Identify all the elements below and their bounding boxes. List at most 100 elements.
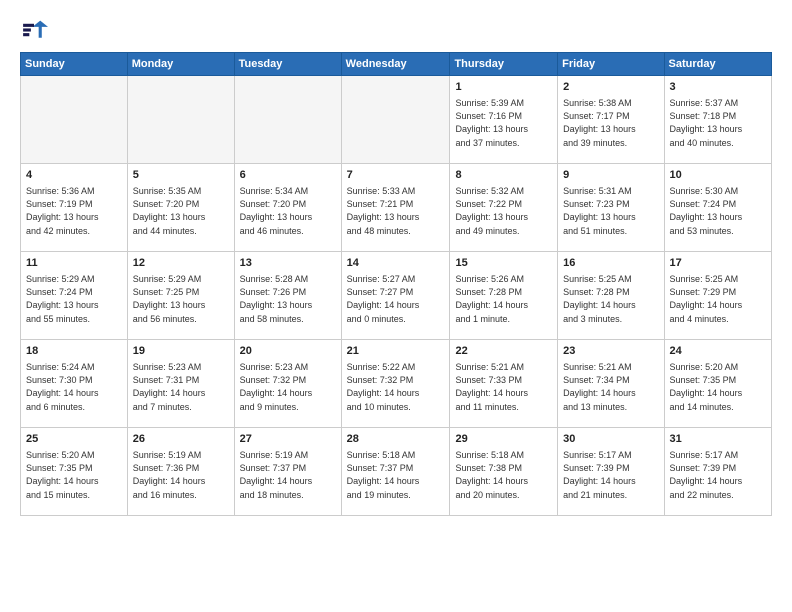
day-cell: 27Sunrise: 5:19 AM Sunset: 7:37 PM Dayli…: [234, 428, 341, 516]
col-header-tuesday: Tuesday: [234, 53, 341, 76]
day-info: Sunrise: 5:27 AM Sunset: 7:27 PM Dayligh…: [347, 273, 445, 325]
day-cell: 2 Sunrise: 5:38 AM Sunset: 7:17 PM Daylig…: [558, 76, 664, 164]
col-header-thursday: Thursday: [450, 53, 558, 76]
day-number: 6: [240, 168, 336, 183]
day-cell: 11 Sunrise: 5:29 AM Sunset: 7:24 PM Dayli…: [21, 252, 128, 340]
day-cell: 9Sunrise: 5:31 AM Sunset: 7:23 PM Daylig…: [558, 164, 664, 252]
day-number: 5: [133, 168, 229, 183]
day-number: 29: [455, 432, 552, 447]
day-cell: 29 Sunrise: 5:18 AM Sunset: 7:38 PM Dayli…: [450, 428, 558, 516]
day-info: Sunrise: 5:38 AM Sunset: 7:17 PM Dayligh…: [563, 97, 658, 149]
day-number: 22: [455, 344, 552, 359]
day-number: 16: [563, 256, 658, 271]
day-cell: [127, 76, 234, 164]
day-number: 3: [670, 80, 766, 95]
day-number: 15: [455, 256, 552, 271]
day-number: 7: [347, 168, 445, 183]
day-number: 27: [240, 432, 336, 447]
day-cell: 3 Sunrise: 5:37 AM Sunset: 7:18 PM Daylig…: [664, 76, 771, 164]
day-info: Sunrise: 5:28 AM Sunset: 7:26 PM Dayligh…: [240, 273, 336, 325]
day-info: Sunrise: 5:39 AM Sunset: 7:16 PM Dayligh…: [455, 97, 552, 149]
week-row-4: 18Sunrise: 5:24 AM Sunset: 7:30 PM Dayli…: [21, 340, 772, 428]
day-cell: 12 Sunrise: 5:29 AM Sunset: 7:25 PM Dayli…: [127, 252, 234, 340]
day-number: 10: [670, 168, 766, 183]
day-info: Sunrise: 5:18 AM Sunset: 7:37 PM Dayligh…: [347, 449, 445, 501]
week-row-3: 11 Sunrise: 5:29 AM Sunset: 7:24 PM Dayli…: [21, 252, 772, 340]
day-number: 19: [133, 344, 229, 359]
day-number: 28: [347, 432, 445, 447]
day-info: Sunrise: 5:20 AM Sunset: 7:35 PM Dayligh…: [670, 361, 766, 413]
day-info: Sunrise: 5:21 AM Sunset: 7:33 PM Dayligh…: [455, 361, 552, 413]
day-info: Sunrise: 5:17 AM Sunset: 7:39 PM Dayligh…: [563, 449, 658, 501]
day-cell: 26 Sunrise: 5:19 AM Sunset: 7:36 PM Dayli…: [127, 428, 234, 516]
day-cell: 23 Sunrise: 5:21 AM Sunset: 7:34 PM Dayli…: [558, 340, 664, 428]
day-number: 1: [455, 80, 552, 95]
day-cell: 21Sunrise: 5:22 AM Sunset: 7:32 PM Dayli…: [341, 340, 450, 428]
day-number: 26: [133, 432, 229, 447]
col-header-saturday: Saturday: [664, 53, 771, 76]
day-info: Sunrise: 5:29 AM Sunset: 7:25 PM Dayligh…: [133, 273, 229, 325]
calendar-table: SundayMondayTuesdayWednesdayThursdayFrid…: [20, 52, 772, 516]
day-info: Sunrise: 5:19 AM Sunset: 7:36 PM Dayligh…: [133, 449, 229, 501]
day-cell: 13Sunrise: 5:28 AM Sunset: 7:26 PM Dayli…: [234, 252, 341, 340]
header: [20, 16, 772, 44]
day-cell: 14 Sunrise: 5:27 AM Sunset: 7:27 PM Dayli…: [341, 252, 450, 340]
day-info: Sunrise: 5:20 AM Sunset: 7:35 PM Dayligh…: [26, 449, 122, 501]
day-info: Sunrise: 5:35 AM Sunset: 7:20 PM Dayligh…: [133, 185, 229, 237]
day-info: Sunrise: 5:36 AM Sunset: 7:19 PM Dayligh…: [26, 185, 122, 237]
calendar-header-row: SundayMondayTuesdayWednesdayThursdayFrid…: [21, 53, 772, 76]
day-number: 31: [670, 432, 766, 447]
day-number: 8: [455, 168, 552, 183]
logo-icon: [20, 16, 48, 44]
day-cell: 24Sunrise: 5:20 AM Sunset: 7:35 PM Dayli…: [664, 340, 771, 428]
day-info: Sunrise: 5:29 AM Sunset: 7:24 PM Dayligh…: [26, 273, 122, 325]
day-cell: 25Sunrise: 5:20 AM Sunset: 7:35 PM Dayli…: [21, 428, 128, 516]
day-cell: 31 Sunrise: 5:17 AM Sunset: 7:39 PM Dayli…: [664, 428, 771, 516]
day-info: Sunrise: 5:23 AM Sunset: 7:32 PM Dayligh…: [240, 361, 336, 413]
col-header-friday: Friday: [558, 53, 664, 76]
logo: [20, 16, 52, 44]
day-cell: 1 Sunrise: 5:39 AM Sunset: 7:16 PM Daylig…: [450, 76, 558, 164]
day-info: Sunrise: 5:33 AM Sunset: 7:21 PM Dayligh…: [347, 185, 445, 237]
day-cell: 19 Sunrise: 5:23 AM Sunset: 7:31 PM Dayli…: [127, 340, 234, 428]
day-cell: 5 Sunrise: 5:35 AM Sunset: 7:20 PM Daylig…: [127, 164, 234, 252]
week-row-5: 25Sunrise: 5:20 AM Sunset: 7:35 PM Dayli…: [21, 428, 772, 516]
day-cell: 28 Sunrise: 5:18 AM Sunset: 7:37 PM Dayli…: [341, 428, 450, 516]
day-info: Sunrise: 5:18 AM Sunset: 7:38 PM Dayligh…: [455, 449, 552, 501]
col-header-wednesday: Wednesday: [341, 53, 450, 76]
day-cell: 17 Sunrise: 5:25 AM Sunset: 7:29 PM Dayli…: [664, 252, 771, 340]
day-cell: [21, 76, 128, 164]
week-row-1: 1 Sunrise: 5:39 AM Sunset: 7:16 PM Daylig…: [21, 76, 772, 164]
day-number: 9: [563, 168, 658, 183]
day-cell: 10Sunrise: 5:30 AM Sunset: 7:24 PM Dayli…: [664, 164, 771, 252]
day-cell: [341, 76, 450, 164]
day-info: Sunrise: 5:25 AM Sunset: 7:29 PM Dayligh…: [670, 273, 766, 325]
day-cell: 20 Sunrise: 5:23 AM Sunset: 7:32 PM Dayli…: [234, 340, 341, 428]
day-number: 12: [133, 256, 229, 271]
day-number: 18: [26, 344, 122, 359]
day-cell: 30 Sunrise: 5:17 AM Sunset: 7:39 PM Dayli…: [558, 428, 664, 516]
day-info: Sunrise: 5:34 AM Sunset: 7:20 PM Dayligh…: [240, 185, 336, 237]
day-number: 14: [347, 256, 445, 271]
day-info: Sunrise: 5:37 AM Sunset: 7:18 PM Dayligh…: [670, 97, 766, 149]
day-number: 11: [26, 256, 122, 271]
day-cell: 18Sunrise: 5:24 AM Sunset: 7:30 PM Dayli…: [21, 340, 128, 428]
page: SundayMondayTuesdayWednesdayThursdayFrid…: [0, 0, 792, 612]
day-number: 23: [563, 344, 658, 359]
day-cell: 4 Sunrise: 5:36 AM Sunset: 7:19 PM Daylig…: [21, 164, 128, 252]
day-info: Sunrise: 5:21 AM Sunset: 7:34 PM Dayligh…: [563, 361, 658, 413]
day-cell: 6 Sunrise: 5:34 AM Sunset: 7:20 PM Daylig…: [234, 164, 341, 252]
day-info: Sunrise: 5:25 AM Sunset: 7:28 PM Dayligh…: [563, 273, 658, 325]
day-info: Sunrise: 5:26 AM Sunset: 7:28 PM Dayligh…: [455, 273, 552, 325]
day-number: 4: [26, 168, 122, 183]
day-info: Sunrise: 5:17 AM Sunset: 7:39 PM Dayligh…: [670, 449, 766, 501]
day-info: Sunrise: 5:32 AM Sunset: 7:22 PM Dayligh…: [455, 185, 552, 237]
day-number: 20: [240, 344, 336, 359]
day-info: Sunrise: 5:23 AM Sunset: 7:31 PM Dayligh…: [133, 361, 229, 413]
day-number: 30: [563, 432, 658, 447]
day-cell: 22 Sunrise: 5:21 AM Sunset: 7:33 PM Dayli…: [450, 340, 558, 428]
day-number: 2: [563, 80, 658, 95]
day-number: 17: [670, 256, 766, 271]
day-cell: 7 Sunrise: 5:33 AM Sunset: 7:21 PM Daylig…: [341, 164, 450, 252]
day-info: Sunrise: 5:22 AM Sunset: 7:32 PM Dayligh…: [347, 361, 445, 413]
